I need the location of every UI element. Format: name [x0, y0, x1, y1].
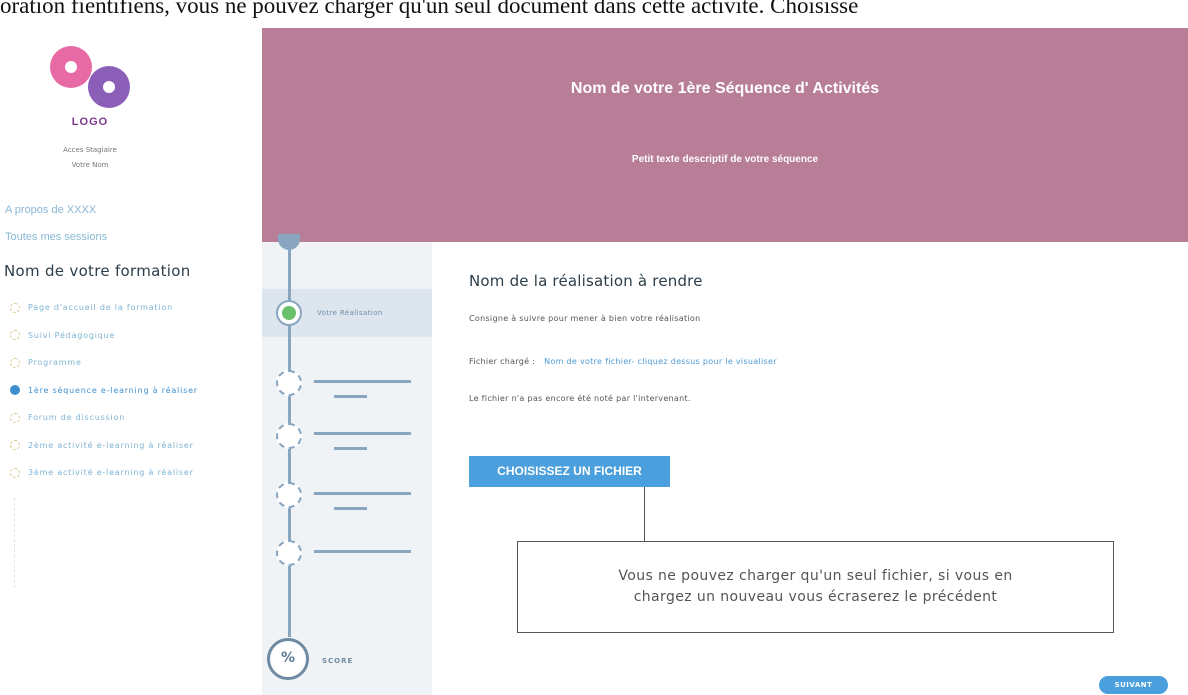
- step-placeholder-bar: [314, 550, 411, 553]
- nav-item-activite-2[interactable]: 2ème activité e-learning à réaliser: [10, 432, 260, 460]
- nav-item-programme[interactable]: Programme: [10, 349, 260, 377]
- instructions-text: Consigne à suivre pour mener à bien votr…: [469, 314, 701, 323]
- progress-rail-top: [278, 234, 300, 250]
- step-placeholder-bar: [334, 447, 367, 450]
- callout-connector: [644, 487, 645, 541]
- nav-item-sequence-1[interactable]: 1ère séquence e-learning à réaliser: [10, 377, 260, 405]
- about-link[interactable]: A propos de XXXX: [5, 204, 96, 216]
- sequence-subtitle: Petit texte descriptif de votre séquence: [631, 154, 819, 165]
- score-percent-icon[interactable]: %: [267, 638, 309, 680]
- uploaded-file-row: Fichier chargé : Nom de votre fichier- c…: [469, 357, 777, 366]
- nav-rail: [14, 498, 15, 588]
- step-dot-icon: [10, 357, 20, 368]
- logo-text: LOGO: [71, 116, 109, 128]
- callout-line-2: chargez un nouveau vous écraserez le pré…: [633, 589, 998, 605]
- nav-item-accueil[interactable]: Page d'accueil de la formation: [10, 294, 260, 322]
- sidebar: LOGO Acces Stagiaire Votre Nom A propos …: [0, 28, 262, 695]
- step-dot-icon: [10, 440, 20, 451]
- step-pending-icon[interactable]: [276, 482, 302, 508]
- nav-item-label: 1ère séquence e-learning à réaliser: [28, 385, 198, 395]
- step-placeholder-bar: [314, 492, 411, 495]
- active-step-label: Votre Réalisation: [317, 309, 383, 317]
- nav-item-label: Page d'accueil de la formation: [28, 303, 173, 313]
- nav-item-suivi[interactable]: Suivi Pédagogique: [10, 322, 260, 350]
- nav-item-label: 3ème activité e-learning à réaliser: [28, 468, 194, 478]
- step-pending-icon[interactable]: [276, 540, 302, 566]
- nav-item-activite-3[interactable]: 3ème activité e-learning à réaliser: [10, 459, 260, 487]
- grading-status-text: Le fichier n'a pas encore été noté par l…: [469, 394, 691, 403]
- step-placeholder-bar: [334, 395, 367, 398]
- all-sessions-link[interactable]: Toutes mes sessions: [5, 231, 107, 243]
- donut-icon: [50, 46, 92, 88]
- user-name: Votre Nom: [71, 161, 109, 169]
- nav-item-forum[interactable]: Forum de discussion: [10, 404, 260, 432]
- formation-nav: Page d'accueil de la formation Suivi Péd…: [10, 294, 260, 487]
- step-placeholder-bar: [314, 380, 411, 383]
- step-dot-icon: [10, 330, 20, 341]
- logo: [48, 46, 140, 146]
- uploaded-file-link[interactable]: Nom de votre fichier- cliquez dessus pou…: [544, 357, 777, 366]
- step-dot-icon: [10, 302, 20, 313]
- step-placeholder-bar: [314, 432, 411, 435]
- step-dot-icon: [10, 467, 20, 478]
- page-title: Nom de la réalisation à rendre: [469, 272, 703, 290]
- choose-file-button[interactable]: CHOISISSEZ UN FICHIER: [469, 456, 670, 487]
- nav-item-label: 2ème activité e-learning à réaliser: [28, 440, 194, 450]
- upload-warning-callout: Vous ne pouvez charger qu'un seul fichie…: [517, 541, 1114, 633]
- donut-icon: [88, 66, 130, 108]
- top-cropped-text: oration fientifiens, vous ne pouvez char…: [0, 0, 859, 18]
- step-dot-icon: [10, 385, 20, 396]
- sequence-banner: Nom de votre 1ère Séquence d' Activités …: [262, 28, 1188, 242]
- formation-title: Nom de votre formation: [4, 262, 191, 280]
- step-dot-icon: [10, 412, 20, 423]
- step-pending-icon[interactable]: [276, 423, 302, 449]
- step-placeholder-bar: [334, 507, 367, 510]
- sequence-title: Nom de votre 1ère Séquence d' Activités: [570, 80, 880, 97]
- uploaded-file-label: Fichier chargé :: [469, 357, 536, 366]
- acces-label: Acces Stagiaire: [63, 146, 117, 154]
- step-check-icon[interactable]: [276, 300, 302, 326]
- progress-column: Votre Réalisation % SCORE: [262, 234, 432, 695]
- step-pending-icon[interactable]: [276, 370, 302, 396]
- nav-item-label: Programme: [28, 358, 82, 368]
- nav-item-label: Forum de discussion: [28, 413, 126, 423]
- callout-line-1: Vous ne pouvez charger qu'un seul fichie…: [618, 568, 1013, 584]
- next-button[interactable]: SUIVANT: [1099, 676, 1168, 694]
- nav-item-label: Suivi Pédagogique: [28, 330, 116, 340]
- score-label: SCORE: [322, 657, 354, 665]
